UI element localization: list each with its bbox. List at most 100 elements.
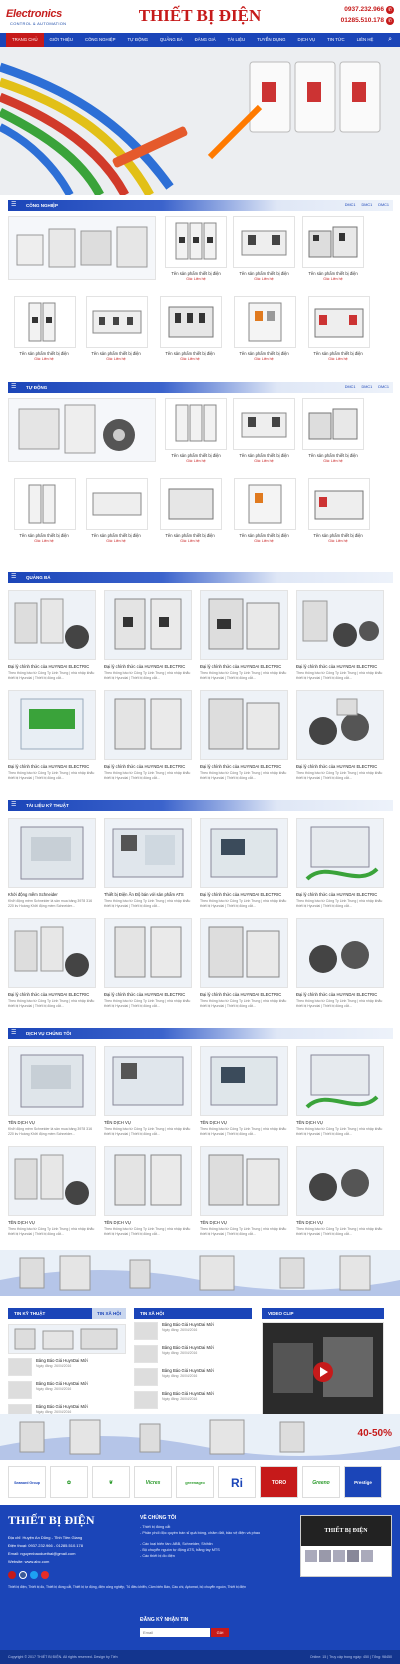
doc-image[interactable] (296, 818, 384, 888)
product-name[interactable]: Tên sản phẩm thiết bị điện (160, 453, 232, 458)
product-name[interactable]: Tên sản phẩm thiết bị điện (154, 533, 226, 538)
news-image[interactable] (8, 690, 96, 760)
news-image[interactable] (200, 690, 288, 760)
footer-email[interactable]: Email: nguyenbaoduethai@gmail.com (8, 1551, 75, 1556)
news-image[interactable] (200, 590, 288, 660)
product-name[interactable]: Tên sản phẩm thiết bị điện (80, 533, 152, 538)
tab-social-news[interactable]: TIN XÃ HỘI (134, 1311, 164, 1316)
product-name[interactable]: Tên sản phẩm thiết bị điện (160, 271, 232, 276)
nav-item-industrial[interactable]: CÔNG NGHIỆP (79, 33, 122, 47)
news-thumb[interactable] (8, 1381, 32, 1399)
service-title[interactable]: TÊN DỊCH VỤ (8, 1120, 35, 1125)
footer-link[interactable]: - Bộ chuyển nguồn tự động ATS, bằng tay … (140, 1548, 290, 1552)
featured-product[interactable] (8, 398, 156, 462)
tab-social-news[interactable]: TIN XÃ HỘI (91, 1308, 126, 1319)
news-title[interactable]: Đại lý chính thức của HUYNDAI ELECTRIC (200, 664, 281, 669)
product-name[interactable]: Tên sản phẩm thiết bị điện (8, 351, 80, 356)
doc-title[interactable]: Đại lý chính thức của HUYNDAI ELECTRIC (296, 992, 377, 997)
product-card[interactable] (234, 478, 296, 530)
brand-logo[interactable]: Seaward Group (8, 1466, 46, 1498)
service-image[interactable] (104, 1046, 192, 1116)
product-name[interactable]: Tên sản phẩm thiết bị điện (228, 271, 300, 276)
service-title[interactable]: TÊN DỊCH VỤ (296, 1120, 323, 1125)
doc-image[interactable] (104, 918, 192, 988)
tab-video[interactable]: VIDEO CLIP (262, 1311, 294, 1316)
tab-tech-news[interactable]: TIN KỸ THUẬT (8, 1311, 45, 1316)
facebook-widget[interactable]: THIẾT BỊ ĐIỆN (300, 1515, 392, 1577)
facebook-icon[interactable] (19, 1571, 27, 1579)
service-image[interactable] (296, 1146, 384, 1216)
section-title[interactable]: CÔNG NGHIỆP (26, 200, 58, 211)
service-image[interactable] (8, 1046, 96, 1116)
section-title[interactable]: DỊCH VỤ CHÚNG TÔI (26, 1028, 71, 1039)
product-card[interactable] (233, 398, 295, 450)
news-item-title[interactable]: Bảng Báo Giá HuynDai Mới (162, 1391, 214, 1396)
section-title[interactable]: TÀI LIỆU KỸ THUẬT (26, 800, 69, 811)
hotline-1[interactable]: 0937.232.966 (344, 6, 384, 13)
doc-title[interactable]: Đại lý chính thức của HUYNDAI ELECTRIC (296, 892, 377, 897)
news-item-title[interactable]: Bảng Báo Giá HuynDai Mới (36, 1358, 88, 1363)
tab-dmc1[interactable]: DMC1 (345, 385, 356, 389)
nav-item-automation[interactable]: TỰ ĐỘNG (122, 33, 154, 47)
service-image[interactable] (296, 1046, 384, 1116)
newsletter-email-input[interactable] (140, 1628, 210, 1637)
product-card[interactable] (165, 216, 227, 268)
brand-logo[interactable]: Greeno (302, 1466, 340, 1498)
news-thumb[interactable] (134, 1322, 158, 1340)
news-title[interactable]: Đại lý chính thức của HUYNDAI ELECTRIC (104, 764, 185, 769)
product-name[interactable]: Tên sản phẩm thiết bị điện (302, 533, 374, 538)
doc-title[interactable]: Khởi động mềm Schneider (8, 892, 58, 897)
nav-item-pricing[interactable]: ĐĂNG GIÁ (189, 33, 222, 47)
news-thumb[interactable] (134, 1368, 158, 1386)
section-title[interactable]: QUẢNG BÁ (26, 572, 51, 583)
nav-item-contact[interactable]: LIÊN HỆ (351, 33, 380, 47)
news-image[interactable] (104, 690, 192, 760)
service-title[interactable]: TÊN DỊCH VỤ (8, 1220, 35, 1225)
tab-dmc1[interactable]: DMC1 (378, 385, 389, 389)
news-item-title[interactable]: Bảng Báo Giá HuynDai Mới (162, 1322, 214, 1327)
news-item-title[interactable]: Bảng Báo Giá HuynDai Mới (36, 1404, 88, 1409)
nav-item-about[interactable]: GIỚI THIỆU (44, 33, 79, 47)
product-name[interactable]: Tên sản phẩm thiết bị điện (80, 351, 152, 356)
product-name[interactable]: Tên sản phẩm thiết bị điện (228, 351, 300, 356)
nav-item-services[interactable]: DỊCH VỤ (291, 33, 321, 47)
news-title[interactable]: Đại lý chính thức của HUYNDAI ELECTRIC (104, 664, 185, 669)
tab-dmc1[interactable]: DMC1 (361, 385, 372, 389)
tab-dmc1[interactable]: DMC1 (345, 203, 356, 207)
news-title[interactable]: Đại lý chính thức của HUYNDAI ELECTRIC (8, 764, 89, 769)
news-title[interactable]: Đại lý chính thức của HUYNDAI ELECTRIC (8, 664, 89, 669)
doc-image[interactable] (8, 818, 96, 888)
product-card[interactable] (86, 296, 148, 348)
news-image[interactable] (296, 590, 384, 660)
news-image[interactable] (8, 590, 96, 660)
product-card[interactable] (160, 296, 222, 348)
news-item-title[interactable]: Bảng Báo Giá HuynDai Mới (36, 1381, 88, 1386)
doc-title[interactable]: Đại lý chính thức của HUYNDAI ELECTRIC (200, 992, 281, 997)
tech-news-feature[interactable] (8, 1324, 126, 1354)
youtube-icon[interactable] (41, 1571, 49, 1579)
twitter-icon[interactable] (30, 1571, 38, 1579)
doc-image[interactable] (8, 918, 96, 988)
product-name[interactable]: Tên sản phẩm thiết bị điện (154, 351, 226, 356)
product-name[interactable]: Tên sản phẩm thiết bị điện (8, 533, 80, 538)
product-card[interactable] (302, 398, 364, 450)
service-title[interactable]: TÊN DỊCH VỤ (104, 1120, 131, 1125)
brand-logo[interactable]: Vicres (134, 1466, 172, 1498)
footer-website[interactable]: Website: www.abc.com (8, 1559, 49, 1564)
service-title[interactable]: TÊN DỊCH VỤ (200, 1220, 227, 1225)
news-image[interactable] (296, 690, 384, 760)
brand-logo[interactable]: ✿ (50, 1466, 88, 1498)
doc-image[interactable] (200, 818, 288, 888)
search-icon[interactable]: ⌕ (388, 36, 392, 44)
product-name[interactable]: Tên sản phẩm thiết bị điện (228, 453, 300, 458)
product-card[interactable] (14, 296, 76, 348)
nav-item-jobs[interactable]: TUYỂN DỤNG (251, 33, 291, 47)
doc-title[interactable]: Thiết bị Điện Ấn Độ bán với sản phẩm ATS (104, 892, 184, 897)
product-card[interactable] (160, 478, 222, 530)
nav-item-home[interactable]: TRANG CHỦ (6, 33, 44, 47)
brand-logo[interactable]: ❦ (92, 1466, 130, 1498)
hotline-2[interactable]: 01285.510.178 (341, 17, 384, 24)
footer-link[interactable]: - Phân phối độc quyền bán sỉ quả bóng, c… (140, 1531, 290, 1535)
nav-item-news[interactable]: TIN TỨC (321, 33, 350, 47)
tab-dmc1[interactable]: DMC1 (361, 203, 372, 207)
